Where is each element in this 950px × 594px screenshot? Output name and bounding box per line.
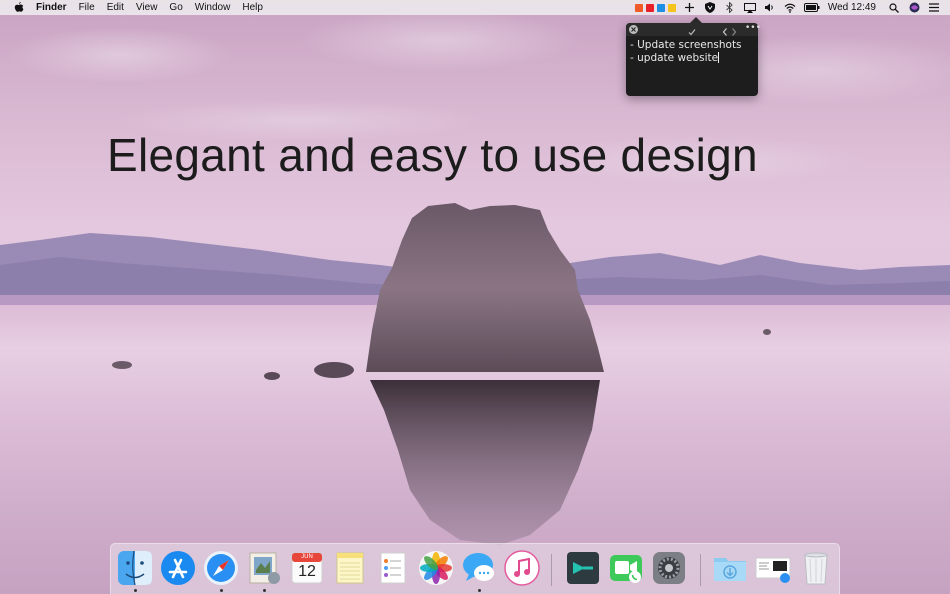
dock-screen-stack[interactable]	[755, 550, 791, 586]
menu-view[interactable]: View	[136, 2, 158, 13]
apple-menu-icon[interactable]	[12, 1, 26, 15]
color-swatch-red-icon[interactable]	[645, 3, 654, 12]
volume-icon[interactable]	[764, 2, 776, 14]
menu-help[interactable]: Help	[242, 2, 263, 13]
running-indicator	[134, 589, 137, 592]
menu-window[interactable]: Window	[195, 2, 231, 13]
menu-file[interactable]: File	[79, 2, 95, 13]
dock-calendar[interactable]: JUN 12	[289, 550, 325, 586]
dock-reminders[interactable]	[375, 550, 411, 586]
siri-icon[interactable]	[908, 2, 920, 14]
dock: JUN 12	[110, 543, 840, 594]
note-toolbar: •••	[626, 23, 761, 36]
calendar-month: JUN	[301, 554, 313, 560]
desktop: Elegant and easy to use design	[0, 0, 950, 594]
dock-itunes[interactable]	[504, 550, 540, 586]
dock-finder[interactable]	[117, 550, 153, 586]
menu-go[interactable]: Go	[169, 2, 182, 13]
dock-notes[interactable]	[332, 550, 368, 586]
dock-downloads[interactable]	[712, 550, 748, 586]
dock-app-store[interactable]	[160, 550, 196, 586]
chevron-right-icon[interactable]	[731, 24, 737, 42]
menu-edit[interactable]: Edit	[107, 2, 124, 13]
running-indicator	[478, 589, 481, 592]
dock-facetime[interactable]	[608, 550, 644, 586]
quick-note-popover[interactable]: ••• - Update screenshots - update websit…	[626, 17, 761, 96]
more-icon[interactable]: •••	[745, 23, 761, 33]
running-indicator	[220, 589, 223, 592]
calendar-day: 12	[298, 563, 316, 580]
headline: Elegant and easy to use design	[107, 129, 758, 181]
wifi-icon[interactable]	[784, 2, 796, 14]
bluetooth-icon[interactable]	[724, 2, 736, 14]
dock-photos[interactable]	[418, 550, 454, 586]
color-swatch-blue-icon[interactable]	[656, 3, 665, 12]
checkmark-icon[interactable]	[687, 24, 697, 42]
text-caret	[718, 52, 720, 63]
running-indicator	[263, 589, 266, 592]
plus-icon[interactable]	[684, 2, 696, 14]
dock-safari[interactable]	[203, 550, 239, 586]
airplay-icon[interactable]	[743, 2, 756, 14]
dock-system-preferences[interactable]	[651, 550, 687, 586]
battery-icon[interactable]	[803, 2, 820, 14]
color-swatch-yellow-icon[interactable]	[667, 3, 676, 12]
list-icon[interactable]	[928, 2, 940, 14]
chevron-left-icon[interactable]	[722, 24, 728, 42]
menu-app-name[interactable]: Finder	[36, 2, 67, 13]
dock-trash[interactable]	[798, 550, 834, 586]
dock-mail[interactable]	[246, 550, 282, 586]
dock-separator	[700, 554, 701, 586]
shield-icon[interactable]	[704, 2, 716, 14]
close-icon[interactable]	[629, 25, 638, 34]
menu-bar: Finder File Edit View Go Window Help Wed…	[0, 0, 950, 15]
dock-separator	[551, 554, 552, 586]
color-swatch-orange-icon[interactable]	[634, 3, 643, 12]
clock[interactable]: Wed 12:49	[828, 2, 876, 13]
search-icon[interactable]	[888, 2, 900, 14]
tufa-rock	[112, 203, 771, 545]
dock-prompt[interactable]	[565, 550, 601, 586]
note-line: - update website	[630, 52, 719, 64]
dock-messages[interactable]	[461, 550, 497, 586]
